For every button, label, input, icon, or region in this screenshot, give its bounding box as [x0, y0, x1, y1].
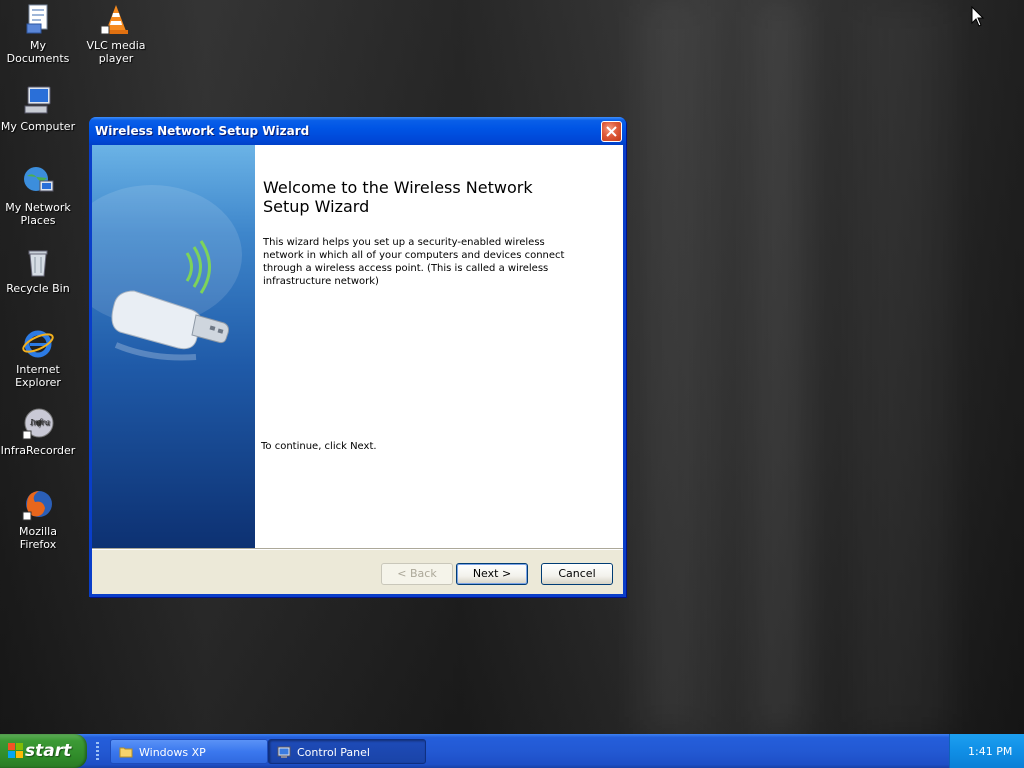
next-button[interactable]: Next > [456, 563, 528, 585]
infrarecorder-icon: Infra [21, 407, 55, 441]
taskbar-button-label: Windows XP [139, 746, 206, 759]
usb-wireless-adapter-icon [92, 185, 242, 361]
window-title: Wireless Network Setup Wizard [95, 124, 310, 138]
firefox-icon [21, 488, 55, 522]
window-title-bar[interactable]: Wireless Network Setup Wizard [89, 117, 626, 145]
close-button[interactable] [601, 121, 622, 142]
internet-explorer-icon [21, 326, 55, 360]
recycle-bin-icon [21, 245, 55, 279]
close-icon [606, 126, 617, 137]
start-label: start [25, 741, 72, 761]
control-panel-icon [277, 746, 291, 758]
wireless-network-setup-wizard-window: Wireless Network Setup Wizard Welcome to… [89, 117, 626, 597]
desktop-icon-vlc[interactable]: VLC media player [78, 2, 154, 65]
wizard-content: Welcome to the Wireless Network Setup Wi… [255, 145, 623, 548]
desktop-icon-infrarecorder[interactable]: Infra InfraRecorder [0, 407, 76, 457]
svg-text:Infra: Infra [29, 418, 50, 427]
button-separator [92, 548, 623, 550]
taskbar-grip[interactable] [96, 742, 99, 762]
computer-icon [21, 83, 55, 117]
wizard-side-graphic [92, 145, 255, 548]
desktop-icon-internet-explorer[interactable]: Internet Explorer [0, 326, 76, 389]
desktop-icon-label: My Computer [0, 120, 76, 133]
windows-logo-icon [8, 743, 23, 758]
desktop-icon-my-documents[interactable]: My Documents [0, 2, 76, 65]
clock[interactable]: 1:41 PM [968, 745, 1012, 758]
desktop: My Documents VLC media player My Compute… [0, 0, 1024, 734]
desktop-icon-mozilla-firefox[interactable]: Mozilla Firefox [0, 488, 76, 551]
start-button[interactable]: start [0, 734, 87, 768]
desktop-icon-label: InfraRecorder [0, 444, 76, 457]
taskbar: start Windows XP Control Panel 1:41 PM [0, 734, 1024, 768]
desktop-icon-label: My Documents [6, 39, 70, 65]
wizard-intro-text: This wizard helps you set up a security-… [263, 237, 565, 287]
cancel-button[interactable]: Cancel [541, 563, 613, 585]
desktop-icon-label: Mozilla Firefox [19, 525, 57, 551]
system-tray: 1:41 PM [949, 734, 1024, 768]
taskbar-button-control-panel[interactable]: Control Panel [268, 739, 426, 764]
desktop-icon-recycle-bin[interactable]: Recycle Bin [0, 245, 76, 295]
taskbar-button-windows-xp[interactable]: Windows XP [110, 739, 268, 764]
back-button[interactable]: < Back [381, 563, 453, 585]
network-places-icon [21, 164, 55, 198]
vlc-cone-icon [99, 2, 133, 36]
desktop-icon-label: Recycle Bin [6, 282, 70, 295]
desktop-icon-my-computer[interactable]: My Computer [0, 83, 76, 133]
documents-icon [21, 2, 55, 36]
taskbar-button-label: Control Panel [297, 746, 370, 759]
desktop-icon-my-network-places[interactable]: My Network Places [0, 164, 76, 227]
folder-icon [119, 747, 133, 758]
wizard-client-area: Welcome to the Wireless Network Setup Wi… [92, 145, 623, 594]
wizard-heading: Welcome to the Wireless Network Setup Wi… [263, 178, 533, 216]
desktop-icon-label: Internet Explorer [15, 363, 61, 389]
desktop-icon-label: My Network Places [5, 201, 71, 227]
wizard-continue-text: To continue, click Next. [261, 441, 377, 452]
mouse-cursor-icon [971, 6, 985, 27]
desktop-icon-label: VLC media player [86, 39, 146, 65]
